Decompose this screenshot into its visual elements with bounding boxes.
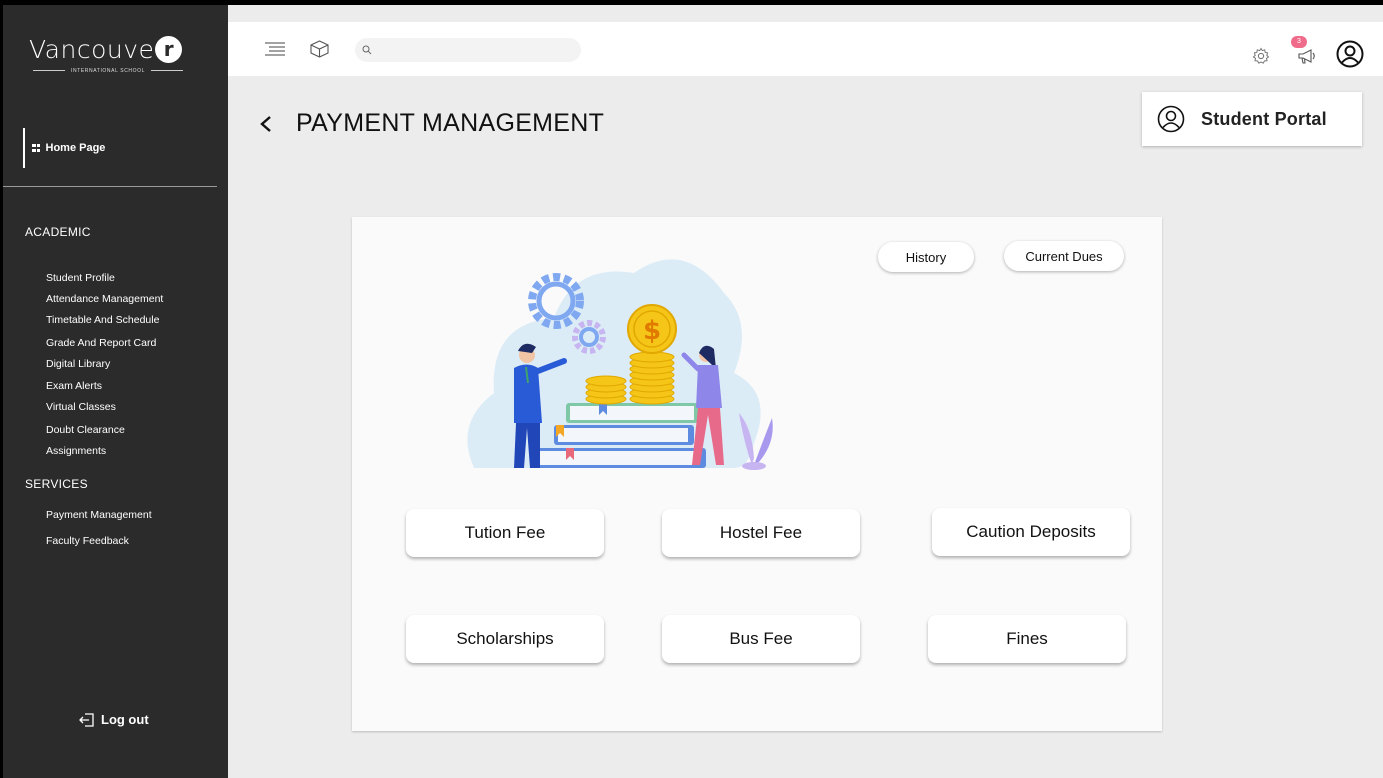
- menu-icon[interactable]: [265, 42, 285, 56]
- section-title-academic: ACADEMIC: [25, 225, 91, 239]
- search-icon: [362, 45, 372, 55]
- fines-button[interactable]: Fines: [928, 615, 1126, 663]
- sidebar-item-timetable[interactable]: Timetable And Schedule: [46, 314, 159, 326]
- search-bar[interactable]: [355, 38, 581, 62]
- sidebar-item-faculty-feedback[interactable]: Faculty Feedback: [46, 535, 129, 547]
- logout-icon: [79, 712, 94, 727]
- caution-deposits-button[interactable]: Caution Deposits: [932, 508, 1130, 556]
- sidebar-item-label: Home Page: [45, 142, 106, 154]
- scholarships-button[interactable]: Scholarships: [406, 615, 604, 663]
- svg-text:$: $: [643, 316, 661, 346]
- cube-icon[interactable]: [310, 40, 329, 58]
- bus-fee-button[interactable]: Bus Fee: [662, 615, 860, 663]
- megaphone-icon[interactable]: [1297, 47, 1317, 65]
- sidebar-item-digital-library[interactable]: Digital Library: [46, 358, 110, 370]
- sidebar-item-doubt-clearance[interactable]: Doubt Clearance: [46, 424, 125, 436]
- logo-subtitle: INTERNATIONAL SCHOOL: [71, 68, 145, 74]
- page-title: PAYMENT MANAGEMENT: [296, 109, 605, 137]
- sidebar-item-attendance[interactable]: Attendance Management: [46, 293, 163, 305]
- logo-r-mark: r: [155, 36, 183, 63]
- search-input[interactable]: [378, 44, 568, 56]
- history-button[interactable]: History: [878, 242, 974, 272]
- logo-wordmark: Vancouve r: [29, 35, 189, 64]
- dashboard-icon: [32, 143, 40, 153]
- user-avatar-icon[interactable]: [1336, 40, 1364, 68]
- user-circle-icon: [1157, 105, 1185, 133]
- settings-icon[interactable]: [1252, 47, 1270, 65]
- payment-panel: $ History Current Dues Tution Fee Hostel…: [352, 217, 1162, 731]
- payment-illustration: $: [467, 259, 773, 470]
- dollar-coin-icon: $: [627, 304, 677, 354]
- sidebar-item-virtual-classes[interactable]: Virtual Classes: [46, 401, 116, 413]
- sidebar: Vancouve r INTERNATIONAL SCHOOL Home Page…: [3, 5, 228, 778]
- sidebar-item-exam-alerts[interactable]: Exam Alerts: [46, 380, 102, 392]
- logo-main-text: Vancouve: [29, 35, 155, 64]
- sidebar-item-grades[interactable]: Grade And Report Card: [46, 337, 156, 349]
- tuition-fee-button[interactable]: Tution Fee: [406, 509, 604, 557]
- logout-button[interactable]: Log out: [79, 712, 149, 727]
- topbar-strip: [228, 5, 1383, 22]
- logout-label: Log out: [101, 712, 149, 727]
- sidebar-divider: [3, 186, 217, 187]
- hostel-fee-button[interactable]: Hostel Fee: [662, 509, 860, 557]
- sidebar-item-home[interactable]: Home Page: [23, 128, 203, 168]
- sidebar-item-assignments[interactable]: Assignments: [46, 445, 106, 457]
- school-logo[interactable]: Vancouve r INTERNATIONAL SCHOOL: [29, 35, 189, 79]
- back-arrow-icon[interactable]: [259, 115, 273, 133]
- top-bar: 3: [228, 22, 1383, 76]
- app-window: Vancouve r INTERNATIONAL SCHOOL Home Page…: [3, 5, 1383, 778]
- logo-line-right: [151, 70, 183, 71]
- student-portal-button[interactable]: Student Portal: [1142, 92, 1362, 146]
- sidebar-item-student-profile[interactable]: Student Profile: [46, 272, 115, 284]
- current-dues-button[interactable]: Current Dues: [1004, 241, 1124, 271]
- student-portal-label: Student Portal: [1201, 108, 1327, 129]
- sidebar-item-payment-management[interactable]: Payment Management: [46, 509, 152, 521]
- section-title-services: SERVICES: [25, 477, 88, 491]
